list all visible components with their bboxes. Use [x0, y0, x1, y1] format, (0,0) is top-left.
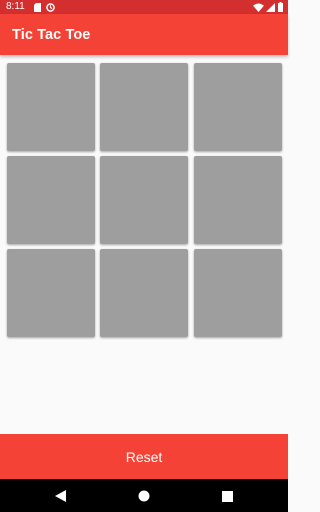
board-cell-3[interactable]: [194, 63, 282, 151]
board-cell-7[interactable]: [7, 249, 95, 337]
reset-button[interactable]: Reset: [0, 434, 288, 479]
sync-icon: [46, 3, 55, 12]
app-bar: Tic Tac Toe: [0, 14, 288, 55]
back-icon: [54, 490, 66, 502]
board-cell-4[interactable]: [7, 156, 95, 244]
board-cell-1[interactable]: [7, 63, 95, 151]
signal-icon: [266, 3, 275, 12]
home-button[interactable]: [136, 488, 152, 504]
board-cell-2[interactable]: [100, 63, 188, 151]
board-cell-6[interactable]: [194, 156, 282, 244]
recents-button[interactable]: [219, 488, 235, 504]
board-cell-8[interactable]: [100, 249, 188, 337]
sd-card-icon: [34, 3, 41, 12]
back-button[interactable]: [52, 488, 68, 504]
recents-icon: [221, 490, 233, 502]
status-bar: 8:11: [0, 0, 288, 14]
status-time: 8:11: [6, 1, 25, 12]
battery-icon: [278, 2, 283, 12]
app-title: Tic Tac Toe: [12, 27, 91, 43]
wifi-icon: [253, 3, 264, 12]
board-cell-9[interactable]: [194, 249, 282, 337]
nav-bar: [0, 479, 288, 512]
board-cell-5[interactable]: [100, 156, 188, 244]
home-icon: [138, 490, 150, 502]
